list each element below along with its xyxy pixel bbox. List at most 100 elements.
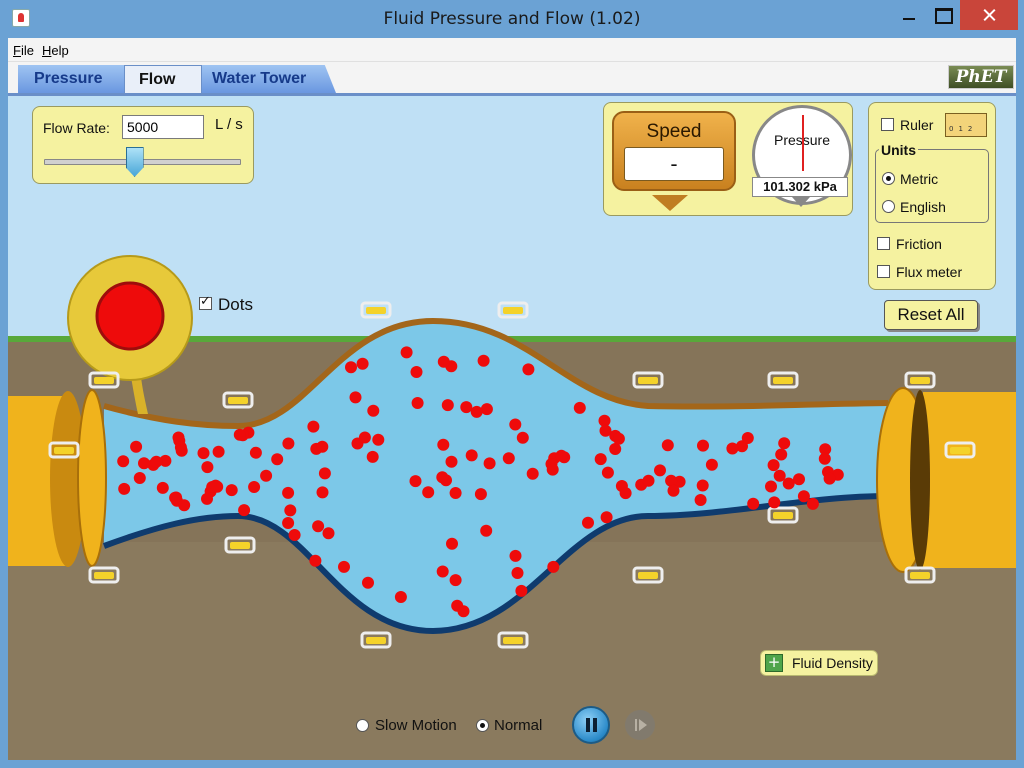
menu-help[interactable]: Help bbox=[42, 43, 69, 58]
menu-file[interactable]: File bbox=[13, 43, 34, 58]
fluid-density-button[interactable]: + Fluid Density bbox=[760, 650, 878, 676]
fluid-dot bbox=[225, 484, 238, 497]
pipe-handle-grip bbox=[773, 377, 793, 384]
tab-pressure[interactable]: Pressure bbox=[18, 65, 138, 93]
fluid-dot bbox=[233, 428, 246, 441]
speed-sensor[interactable]: Speed - bbox=[612, 111, 736, 191]
measurement-tools-panel: Speed - Pressure 101.302 kPa bbox=[603, 102, 853, 216]
pipe-handle-grip bbox=[230, 542, 250, 549]
expand-plus-icon: + bbox=[765, 654, 783, 672]
maximize-icon[interactable] bbox=[926, 0, 960, 30]
minimize-icon[interactable] bbox=[892, 0, 926, 30]
fluid-dot bbox=[773, 469, 786, 482]
fluid-dot bbox=[555, 449, 568, 462]
fluid-dot bbox=[612, 432, 625, 445]
pipe-handle-grip bbox=[94, 572, 114, 579]
dots-checkbox[interactable] bbox=[199, 294, 212, 310]
window-title: Fluid Pressure and Flow (1.02) bbox=[383, 9, 641, 29]
english-radio[interactable] bbox=[882, 200, 895, 213]
friction-checkbox[interactable] bbox=[877, 237, 890, 250]
fluid-dot bbox=[410, 366, 423, 378]
fluid-dot bbox=[338, 560, 350, 573]
window-frame-right bbox=[1016, 38, 1024, 768]
fluid-dot bbox=[509, 418, 522, 431]
pipe-handle-grip bbox=[503, 637, 523, 644]
fluid-dot bbox=[156, 481, 169, 494]
metric-radio[interactable] bbox=[882, 172, 895, 185]
fluid-dot bbox=[654, 464, 666, 477]
fluid-dot bbox=[705, 458, 718, 471]
fluid-dot bbox=[765, 480, 777, 493]
fluid-dot bbox=[400, 346, 413, 359]
fluid-dot bbox=[284, 504, 297, 517]
play-area: Flow Rate: L / s Speed - Pressure 101.30… bbox=[8, 96, 1016, 760]
title-bar: Fluid Pressure and Flow (1.02) bbox=[0, 0, 1024, 38]
fluid-dot bbox=[307, 420, 320, 433]
fluid-dot bbox=[509, 549, 522, 562]
pause-button[interactable] bbox=[572, 706, 610, 744]
flow-rate-unit: L / s bbox=[215, 116, 243, 133]
fluid-dot bbox=[582, 516, 594, 529]
fluid-dot bbox=[316, 440, 329, 453]
left-pipe-opening bbox=[77, 389, 107, 567]
fluid-dot bbox=[436, 565, 449, 578]
pipe-handle-grip bbox=[54, 447, 74, 454]
fluid-density-label: Fluid Density bbox=[792, 655, 873, 671]
pipe-handle-grip bbox=[366, 637, 386, 644]
pipe-handle-grip bbox=[638, 377, 658, 384]
fluid-dot bbox=[667, 484, 680, 497]
fluid-dot bbox=[665, 474, 678, 487]
pressure-gauge-needle bbox=[802, 115, 804, 171]
fluid-dot bbox=[312, 520, 325, 533]
speed-sensor-pointer[interactable] bbox=[652, 195, 688, 211]
fluid-dot bbox=[282, 437, 295, 450]
fluid-dot bbox=[260, 469, 273, 482]
fluid-dot bbox=[661, 439, 674, 452]
phet-logo[interactable]: PhET bbox=[948, 65, 1014, 89]
fluid-dot bbox=[480, 524, 493, 537]
fluid-dot bbox=[409, 475, 422, 488]
fluid-dot bbox=[150, 455, 163, 468]
speed-readout: - bbox=[624, 147, 724, 181]
normal-speed-radio[interactable] bbox=[476, 719, 489, 732]
ruler-checkbox[interactable] bbox=[881, 118, 894, 131]
right-pipe-opening bbox=[910, 390, 930, 570]
pipe-handle-grip bbox=[910, 572, 930, 579]
fluid-dot bbox=[309, 554, 322, 567]
pressure-gauge-pointer[interactable] bbox=[792, 197, 810, 207]
tab-water-tower[interactable]: Water Tower bbox=[196, 65, 336, 93]
fluid-dot bbox=[446, 537, 458, 550]
fluid-dot bbox=[457, 605, 470, 618]
fluid-dot bbox=[201, 492, 213, 505]
fluid-dot bbox=[741, 432, 754, 444]
fluid-dot bbox=[547, 560, 560, 573]
flux-meter-checkbox[interactable] bbox=[877, 265, 890, 278]
fluid-dot bbox=[271, 453, 284, 466]
fluid-dot bbox=[480, 403, 493, 416]
tab-flow[interactable]: Flow bbox=[124, 65, 202, 93]
fluid-dot bbox=[767, 459, 780, 472]
close-icon[interactable] bbox=[960, 0, 1018, 30]
slow-motion-label: Slow Motion bbox=[375, 717, 457, 734]
fluid-dot bbox=[362, 576, 374, 589]
flow-rate-panel: Flow Rate: L / s bbox=[32, 106, 254, 184]
right-pipe-fitting bbox=[923, 392, 1016, 568]
fluid-dot bbox=[445, 455, 458, 468]
reset-all-button[interactable]: Reset All bbox=[884, 300, 978, 330]
fluid-dot bbox=[600, 511, 613, 524]
speed-label: Speed bbox=[646, 121, 702, 142]
units-group: Units Metric English bbox=[875, 142, 989, 223]
add-dots-button bbox=[95, 281, 165, 351]
flow-rate-input[interactable] bbox=[122, 115, 204, 139]
fluid-dot bbox=[282, 517, 295, 529]
step-forward-button[interactable] bbox=[625, 710, 655, 740]
options-panel: Ruler 012 Units Metric English Friction … bbox=[868, 102, 996, 290]
fluid-dot bbox=[797, 490, 810, 503]
window-frame-bottom bbox=[0, 760, 1024, 768]
fluid-dot bbox=[248, 481, 261, 493]
flow-rate-slider-thumb[interactable] bbox=[125, 147, 144, 177]
fluid-dot bbox=[288, 529, 301, 541]
slow-motion-radio[interactable] bbox=[356, 719, 369, 732]
fluid-dot bbox=[197, 447, 210, 460]
fluid-dot bbox=[594, 453, 607, 466]
